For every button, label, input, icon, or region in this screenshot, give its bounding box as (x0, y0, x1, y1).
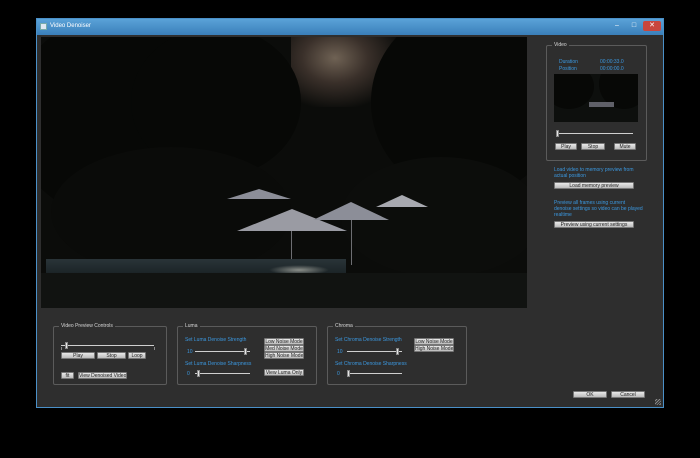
preview-loop-button[interactable]: Loop (128, 352, 146, 359)
video-position-track[interactable] (557, 133, 633, 134)
slider-tick (61, 347, 62, 350)
chroma-strength-track[interactable] (347, 351, 402, 352)
chroma-sharpness-thumb[interactable] (347, 370, 351, 377)
view-denoised-video-button[interactable]: View Denoised Video (78, 372, 127, 379)
luma-sharpness-value: 0 (187, 371, 190, 377)
app-icon (40, 23, 47, 30)
chroma-low-noise-button[interactable]: Low Noise Mode (414, 338, 454, 345)
minimize-button[interactable]: – (609, 21, 625, 31)
slider-tick (154, 347, 155, 350)
view-luma-only-button[interactable]: View Luma Only (264, 369, 304, 376)
umbrella-shape (227, 189, 291, 199)
video-mute-button[interactable]: Mute (614, 143, 636, 150)
video-thumbnail (554, 74, 638, 122)
maximize-button[interactable]: □ (626, 21, 642, 31)
luma-sharpness-label: Set Luma Denoise Sharpness (185, 361, 252, 367)
luma-sharpness-track[interactable] (195, 373, 250, 374)
luma-group-label: Luma (183, 323, 200, 330)
chroma-strength-label: Set Chroma Denoise Strength (335, 337, 402, 343)
close-button[interactable]: ✕ (643, 21, 661, 31)
video-play-button[interactable]: Play (555, 143, 577, 150)
luma-strength-thumb[interactable] (243, 348, 247, 355)
memory-text-2: actual position (554, 173, 586, 179)
preview-current-settings-button[interactable]: Preview using current settings (554, 221, 634, 228)
preview-play-button[interactable]: Play (61, 352, 95, 359)
luma-med-noise-button[interactable]: Med Noise Mode (264, 345, 304, 352)
video-denoiser-window: Video Denoiser – □ ✕ Video Duration 00:0… (36, 18, 664, 408)
chroma-strength-thumb[interactable] (395, 348, 399, 355)
load-memory-preview-button[interactable]: Load memory preview (554, 182, 634, 189)
fit-button[interactable]: fit (61, 372, 74, 379)
preview-slider-thumb[interactable] (64, 342, 68, 349)
chroma-high-noise-button[interactable]: High Noise Mode (414, 345, 454, 352)
luma-high-noise-button[interactable]: High Noise Mode (264, 352, 304, 359)
cancel-button[interactable]: Cancel (611, 391, 645, 398)
memory-text-5: realtime (554, 212, 572, 218)
thumbnail-umbrellas (589, 102, 614, 107)
ok-button[interactable]: OK (573, 391, 607, 398)
chroma-sharpness-value: 0 (337, 371, 340, 377)
luma-low-noise-button[interactable]: Low Noise Mode (264, 338, 304, 345)
chroma-group-label: Chroma (333, 323, 355, 330)
luma-strength-track[interactable] (195, 351, 250, 352)
luma-strength-value: 10 (187, 349, 193, 355)
chroma-sharpness-track[interactable] (347, 373, 402, 374)
chroma-sharpness-label: Set Chroma Denoise Sharpness (335, 361, 407, 367)
preview-slider-track[interactable] (61, 345, 154, 346)
umbrella-shape (376, 195, 428, 207)
umbrella-pole (351, 220, 352, 265)
preview-controls-label: Video Preview Controls (59, 323, 115, 330)
luma-strength-label: Set Luma Denoise Strength (185, 337, 247, 343)
luma-sharpness-thumb[interactable] (196, 370, 200, 377)
resize-grip-icon[interactable] (655, 399, 661, 405)
video-preview-frame (41, 37, 527, 308)
window-title: Video Denoiser (50, 23, 91, 29)
video-stop-button[interactable]: Stop (581, 143, 605, 150)
video-position-thumb[interactable] (556, 130, 559, 137)
position-value: 00:00:00.0 (600, 66, 624, 72)
video-group-label: Video (552, 42, 569, 49)
position-label: Position (559, 66, 577, 72)
chroma-strength-value: 10 (337, 349, 343, 355)
title-bar[interactable]: Video Denoiser – □ ✕ (37, 19, 663, 35)
duration-label: Duration (559, 59, 578, 65)
duration-value: 00:00:33.0 (600, 59, 624, 65)
thumbnail-tree (554, 74, 594, 109)
preview-stop-button[interactable]: Stop (97, 352, 126, 359)
foreground-shadow (41, 273, 527, 308)
